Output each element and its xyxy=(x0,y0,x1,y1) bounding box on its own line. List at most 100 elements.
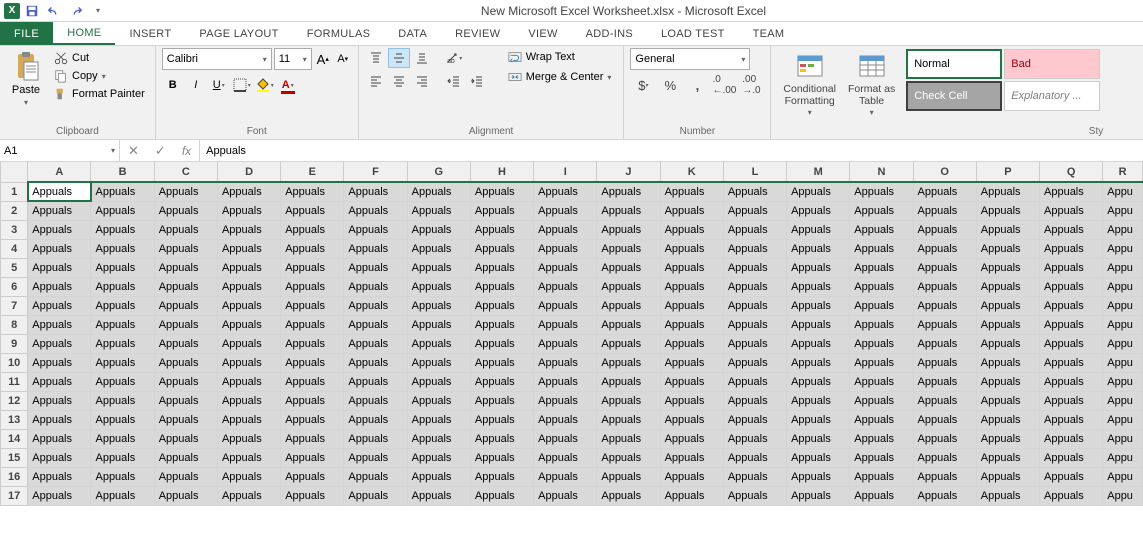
cell[interactable]: Appuals xyxy=(344,429,407,448)
cell[interactable]: Appuals xyxy=(976,391,1039,410)
cancel-formula-button[interactable]: ✕ xyxy=(124,143,143,159)
column-header[interactable]: I xyxy=(534,162,597,182)
cell[interactable]: Appu xyxy=(1103,182,1143,201)
cell[interactable]: Appuals xyxy=(534,391,597,410)
tab-insert[interactable]: INSERT xyxy=(115,22,185,45)
cell[interactable]: Appuals xyxy=(407,315,470,334)
cell[interactable]: Appuals xyxy=(281,391,344,410)
cell[interactable]: Appuals xyxy=(470,353,533,372)
cell[interactable]: Appuals xyxy=(597,334,660,353)
cell[interactable]: Appuals xyxy=(597,410,660,429)
cell[interactable]: Appuals xyxy=(344,486,407,505)
cell[interactable]: Appuals xyxy=(660,372,723,391)
cell[interactable]: Appuals xyxy=(28,410,91,429)
cell[interactable]: Appuals xyxy=(534,448,597,467)
cell[interactable]: Appuals xyxy=(913,467,976,486)
cell[interactable]: Appuals xyxy=(534,467,597,486)
cell[interactable]: Appuals xyxy=(217,467,280,486)
cell[interactable]: Appuals xyxy=(597,201,660,220)
cell[interactable]: Appuals xyxy=(787,467,850,486)
cell[interactable]: Appuals xyxy=(470,486,533,505)
row-header[interactable]: 12 xyxy=(1,391,28,410)
cell[interactable]: Appu xyxy=(1103,410,1143,429)
row-header[interactable]: 2 xyxy=(1,201,28,220)
cell[interactable]: Appuals xyxy=(28,315,91,334)
cell[interactable]: Appuals xyxy=(407,239,470,258)
row-header[interactable]: 5 xyxy=(1,258,28,277)
cell[interactable]: Appuals xyxy=(217,315,280,334)
cell[interactable]: Appuals xyxy=(597,391,660,410)
decrease-indent-button[interactable] xyxy=(443,71,465,91)
cell[interactable]: Appuals xyxy=(28,296,91,315)
cell[interactable]: Appuals xyxy=(91,296,154,315)
cell[interactable]: Appu xyxy=(1103,239,1143,258)
align-middle-button[interactable] xyxy=(388,48,410,68)
cell[interactable]: Appuals xyxy=(217,201,280,220)
row-header[interactable]: 14 xyxy=(1,429,28,448)
cell[interactable]: Appuals xyxy=(154,410,217,429)
cell[interactable]: Appuals xyxy=(217,182,280,201)
cell[interactable]: Appuals xyxy=(850,296,913,315)
cell[interactable]: Appuals xyxy=(1040,448,1103,467)
cell[interactable]: Appu xyxy=(1103,334,1143,353)
cell[interactable]: Appuals xyxy=(850,467,913,486)
underline-button[interactable]: U▾ xyxy=(208,74,230,96)
save-button[interactable] xyxy=(22,2,42,20)
cell[interactable]: Appuals xyxy=(913,201,976,220)
cell[interactable]: Appuals xyxy=(281,239,344,258)
cell[interactable]: Appuals xyxy=(470,296,533,315)
cell[interactable]: Appuals xyxy=(281,448,344,467)
cell[interactable]: Appuals xyxy=(976,410,1039,429)
cell[interactable]: Appu xyxy=(1103,220,1143,239)
cell[interactable]: Appuals xyxy=(660,258,723,277)
cell[interactable]: Appuals xyxy=(534,372,597,391)
cell[interactable]: Appuals xyxy=(1040,296,1103,315)
cell[interactable]: Appuals xyxy=(281,201,344,220)
cell[interactable]: Appuals xyxy=(407,391,470,410)
cell[interactable]: Appuals xyxy=(28,391,91,410)
cell[interactable]: Appuals xyxy=(344,220,407,239)
cell[interactable]: Appuals xyxy=(91,429,154,448)
cell[interactable]: Appuals xyxy=(344,315,407,334)
cell[interactable]: Appuals xyxy=(534,315,597,334)
cell[interactable]: Appuals xyxy=(534,334,597,353)
cut-button[interactable]: Cut xyxy=(50,50,149,66)
cell[interactable]: Appuals xyxy=(660,220,723,239)
cell[interactable]: Appuals xyxy=(597,296,660,315)
number-format-select[interactable]: General▾ xyxy=(630,48,750,70)
cell[interactable]: Appuals xyxy=(913,429,976,448)
cell[interactable]: Appuals xyxy=(913,391,976,410)
qat-customize[interactable]: ▾ xyxy=(88,2,108,20)
cell[interactable]: Appuals xyxy=(913,277,976,296)
cell[interactable]: Appuals xyxy=(787,201,850,220)
border-button[interactable]: ▾ xyxy=(231,74,253,96)
column-header[interactable]: G xyxy=(407,162,470,182)
row-header[interactable]: 4 xyxy=(1,239,28,258)
row-header[interactable]: 15 xyxy=(1,448,28,467)
cell[interactable]: Appuals xyxy=(597,429,660,448)
cell[interactable]: Appuals xyxy=(470,372,533,391)
cell[interactable]: Appuals xyxy=(407,448,470,467)
cell[interactable]: Appuals xyxy=(281,353,344,372)
cell[interactable]: Appuals xyxy=(850,410,913,429)
cell[interactable]: Appuals xyxy=(91,315,154,334)
cell[interactable]: Appuals xyxy=(787,486,850,505)
cell[interactable]: Appuals xyxy=(154,467,217,486)
cell[interactable]: Appuals xyxy=(723,372,786,391)
column-header[interactable]: O xyxy=(913,162,976,182)
accounting-format-button[interactable]: $▾ xyxy=(630,74,656,96)
cell[interactable]: Appuals xyxy=(344,448,407,467)
cell[interactable]: Appuals xyxy=(787,277,850,296)
style-check-cell[interactable]: Check Cell xyxy=(906,81,1002,111)
cell[interactable]: Appuals xyxy=(28,448,91,467)
cell[interactable]: Appuals xyxy=(28,353,91,372)
cell[interactable]: Appuals xyxy=(154,277,217,296)
cell[interactable]: Appuals xyxy=(407,220,470,239)
cell[interactable]: Appuals xyxy=(470,220,533,239)
cell[interactable]: Appuals xyxy=(976,239,1039,258)
column-header[interactable]: J xyxy=(597,162,660,182)
cell[interactable]: Appuals xyxy=(217,296,280,315)
cell[interactable]: Appuals xyxy=(787,239,850,258)
cell[interactable]: Appuals xyxy=(976,467,1039,486)
cell[interactable]: Appu xyxy=(1103,448,1143,467)
